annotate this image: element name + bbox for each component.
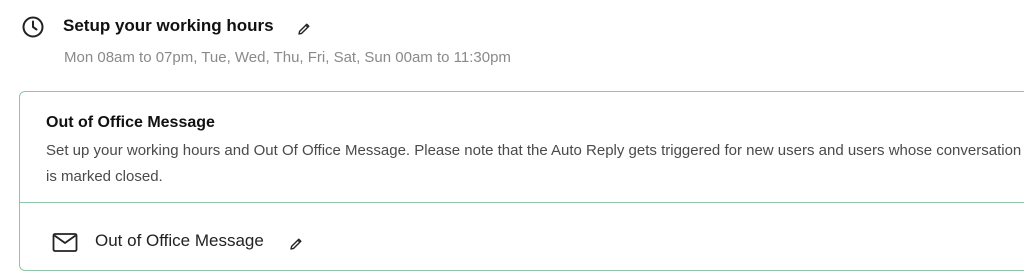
edit-working-hours-button[interactable]	[297, 20, 311, 38]
mail-icon	[52, 233, 78, 252]
working-hours-section: Setup your working hours Mon 08am to 07p…	[0, 0, 1024, 90]
out-of-office-card: Out of Office Message Set up your workin…	[19, 91, 1024, 271]
working-hours-title: Setup your working hours	[63, 16, 274, 35]
out-of-office-title: Out of Office Message	[46, 114, 215, 131]
edit-out-of-office-message-button[interactable]	[289, 235, 303, 253]
pencil-icon	[298, 23, 310, 35]
out-of-office-message-label: Out of Office Message	[95, 231, 264, 250]
out-of-office-message-row[interactable]: Out of Office Message	[20, 203, 1024, 263]
working-hours-schedule: Mon 08am to 07pm, Tue, Wed, Thu, Fri, Sa…	[64, 49, 511, 66]
out-of-office-header: Out of Office Message Set up your workin…	[20, 92, 1024, 203]
out-of-office-description: Set up your working hours and Out Of Off…	[46, 142, 1022, 185]
pencil-icon	[290, 238, 302, 250]
clock-icon	[22, 16, 44, 38]
